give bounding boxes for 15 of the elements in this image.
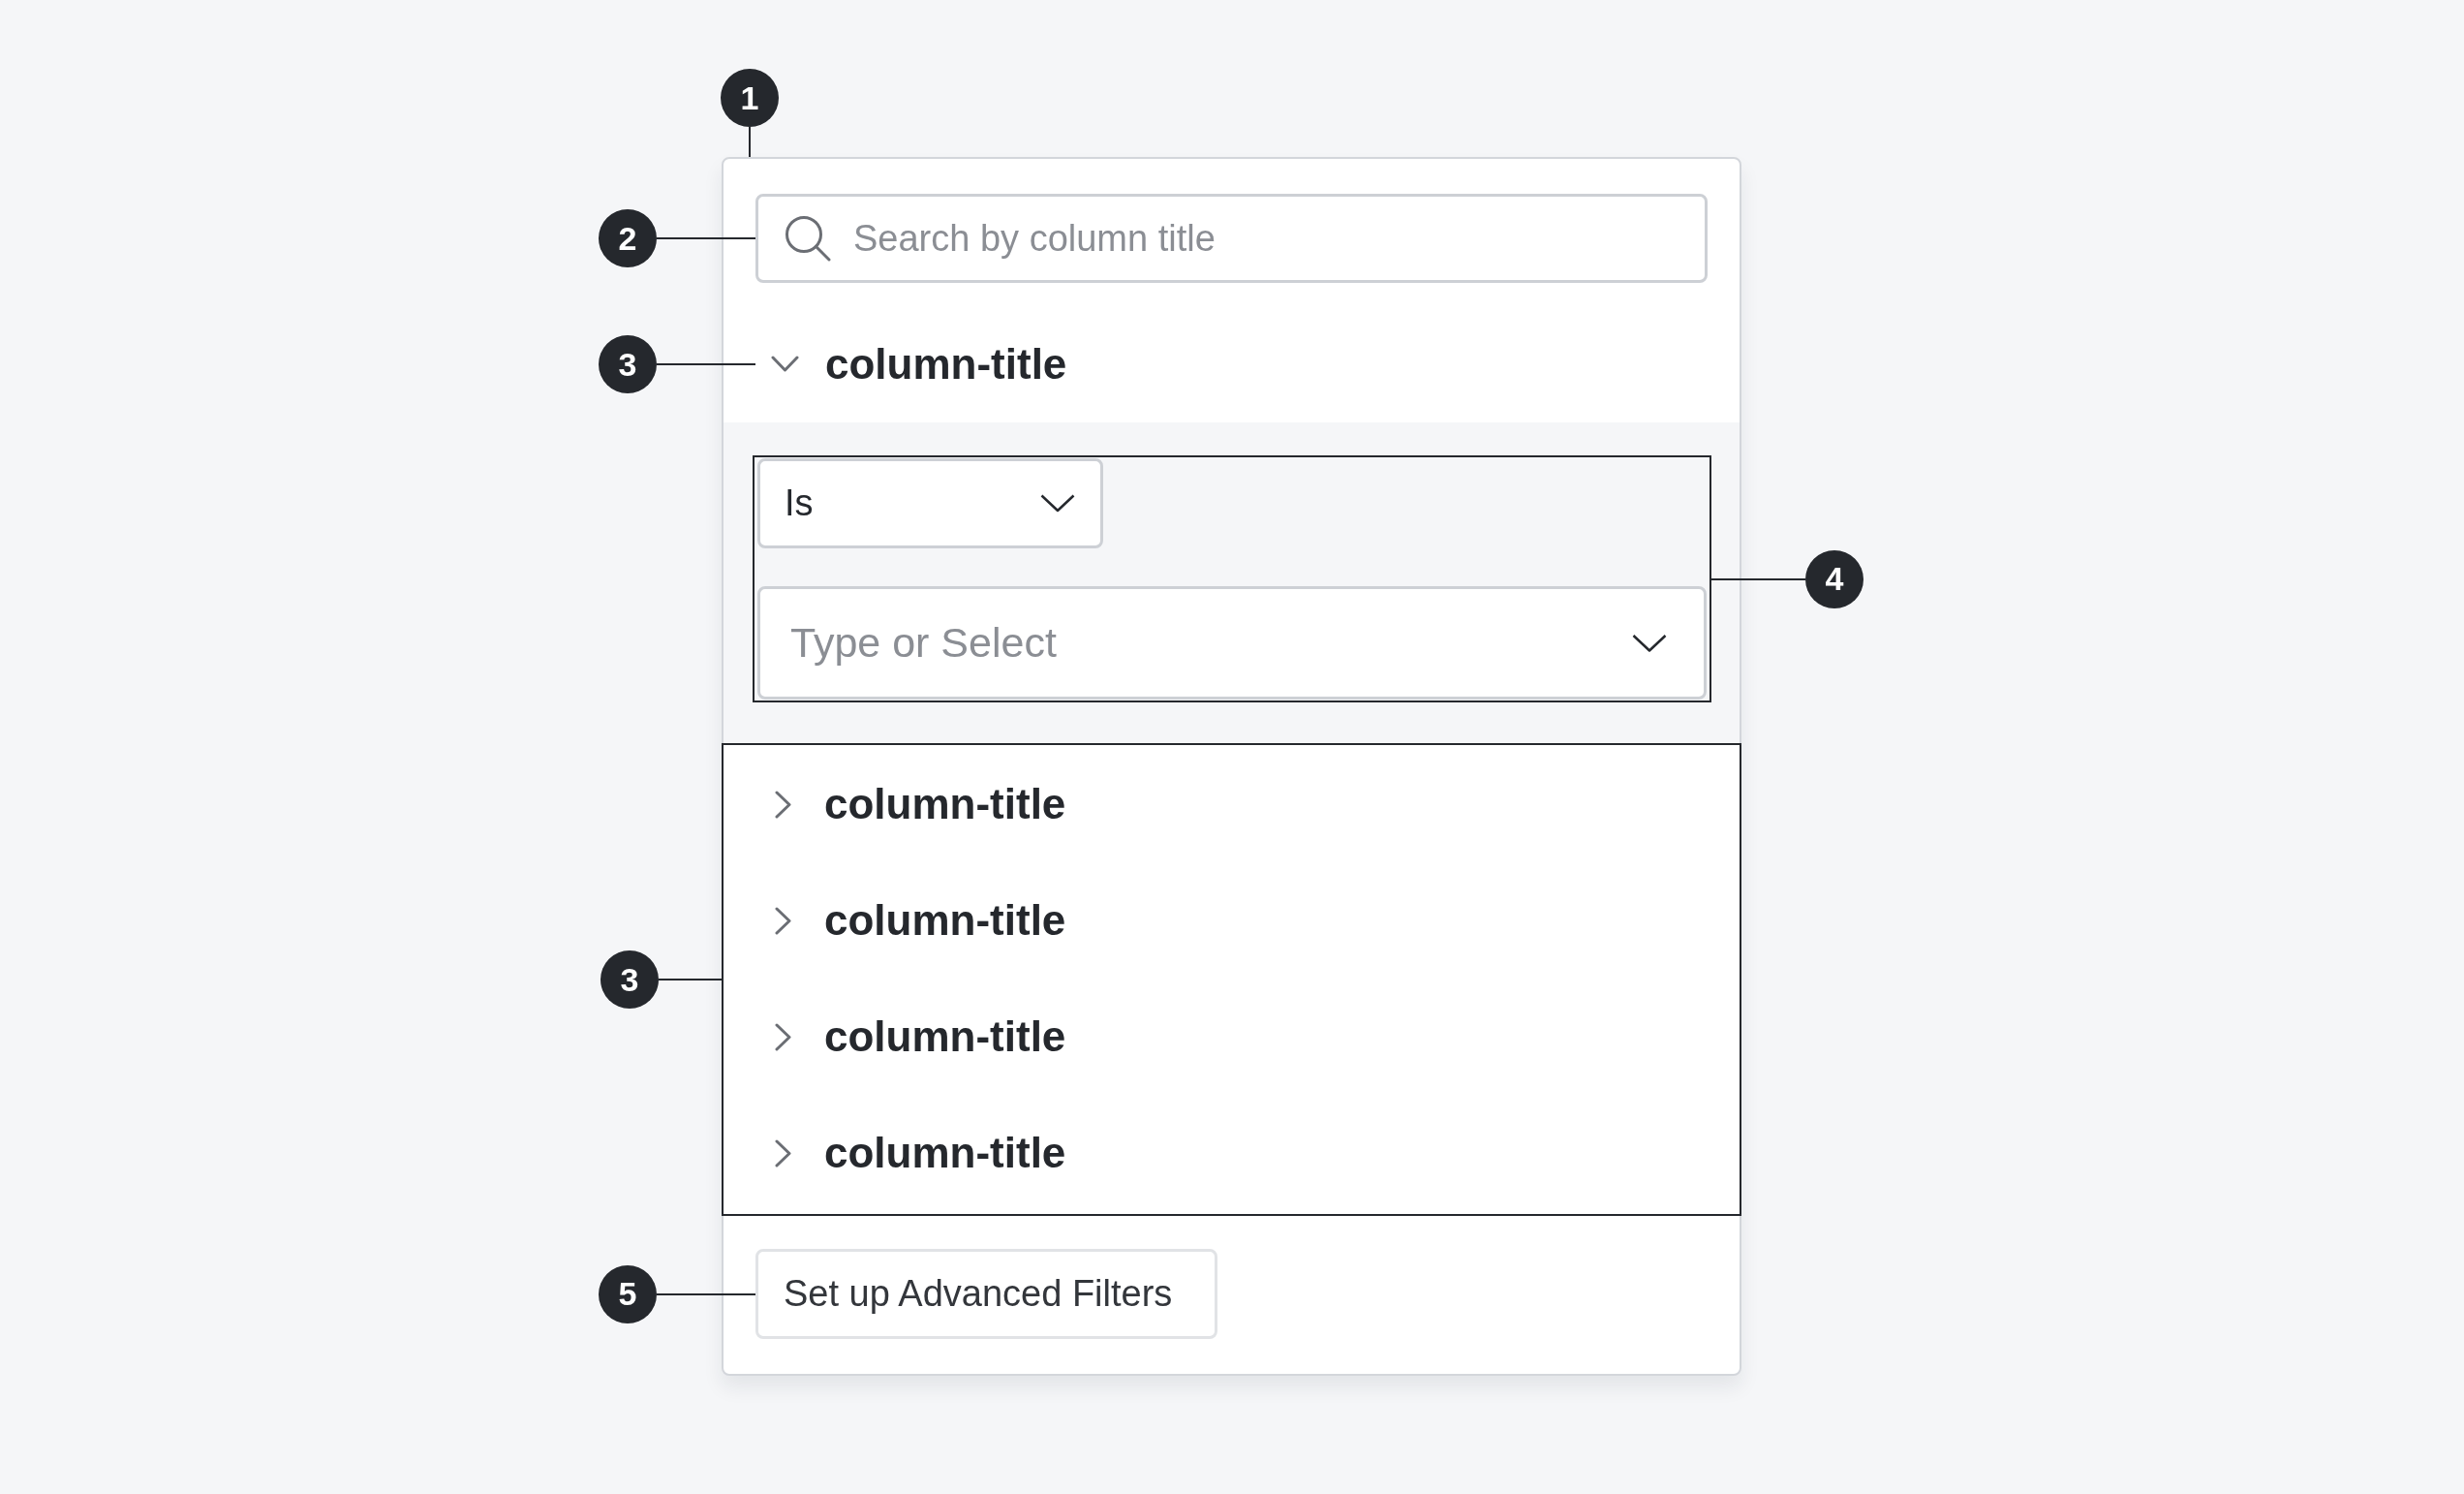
column-row[interactable]: column-title: [724, 306, 1740, 422]
operator-dropdown[interactable]: Is: [757, 458, 1103, 548]
advanced-filters-button[interactable]: Set up Advanced Filters: [755, 1249, 1217, 1339]
callout-marker: 3: [601, 950, 659, 1009]
callout-marker: 4: [1805, 549, 1863, 608]
leader-line: [749, 127, 751, 157]
callout-marker: 2: [599, 209, 657, 267]
callout-marker: 1: [721, 69, 779, 127]
callout-marker: 3: [599, 335, 657, 393]
search-field[interactable]: Search by column title: [755, 194, 1708, 283]
callout-marker: 5: [599, 1264, 657, 1323]
chevron-down-icon: [1040, 494, 1075, 513]
chevron-down-icon: [1632, 634, 1667, 652]
search-icon: [785, 215, 831, 262]
value-select-field[interactable]: Type or Select: [757, 586, 1707, 700]
